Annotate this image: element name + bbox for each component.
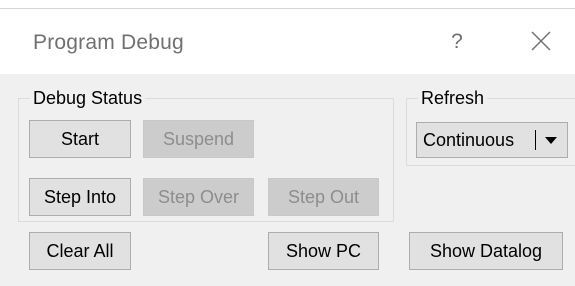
debug-status-label: Debug Status: [30, 88, 146, 108]
clear-all-button[interactable]: Clear All: [29, 232, 131, 270]
close-icon: [531, 31, 551, 51]
help-button[interactable]: ?: [446, 27, 468, 57]
step-over-button[interactable]: Step Over: [143, 178, 254, 216]
dialog-body: Debug Status Start Suspend Step Into Ste…: [0, 74, 575, 286]
start-button[interactable]: Start: [29, 120, 131, 158]
close-button[interactable]: [530, 30, 552, 52]
show-datalog-button[interactable]: Show Datalog: [409, 232, 563, 270]
suspend-button[interactable]: Suspend: [143, 120, 254, 158]
refresh-mode-select[interactable]: Continuous: [416, 122, 568, 158]
step-into-button[interactable]: Step Into: [29, 178, 131, 216]
program-debug-dialog: Program Debug ? Debug Status Start Suspe…: [0, 8, 575, 286]
show-pc-button[interactable]: Show PC: [268, 232, 379, 270]
window-title: Program Debug: [33, 31, 184, 54]
combo-divider: [535, 130, 536, 150]
refresh-mode-value: Continuous: [423, 130, 515, 150]
step-out-button[interactable]: Step Out: [268, 178, 379, 216]
title-bar: Program Debug ?: [0, 9, 575, 74]
refresh-label: Refresh: [418, 88, 488, 108]
chevron-down-icon: [545, 137, 557, 144]
